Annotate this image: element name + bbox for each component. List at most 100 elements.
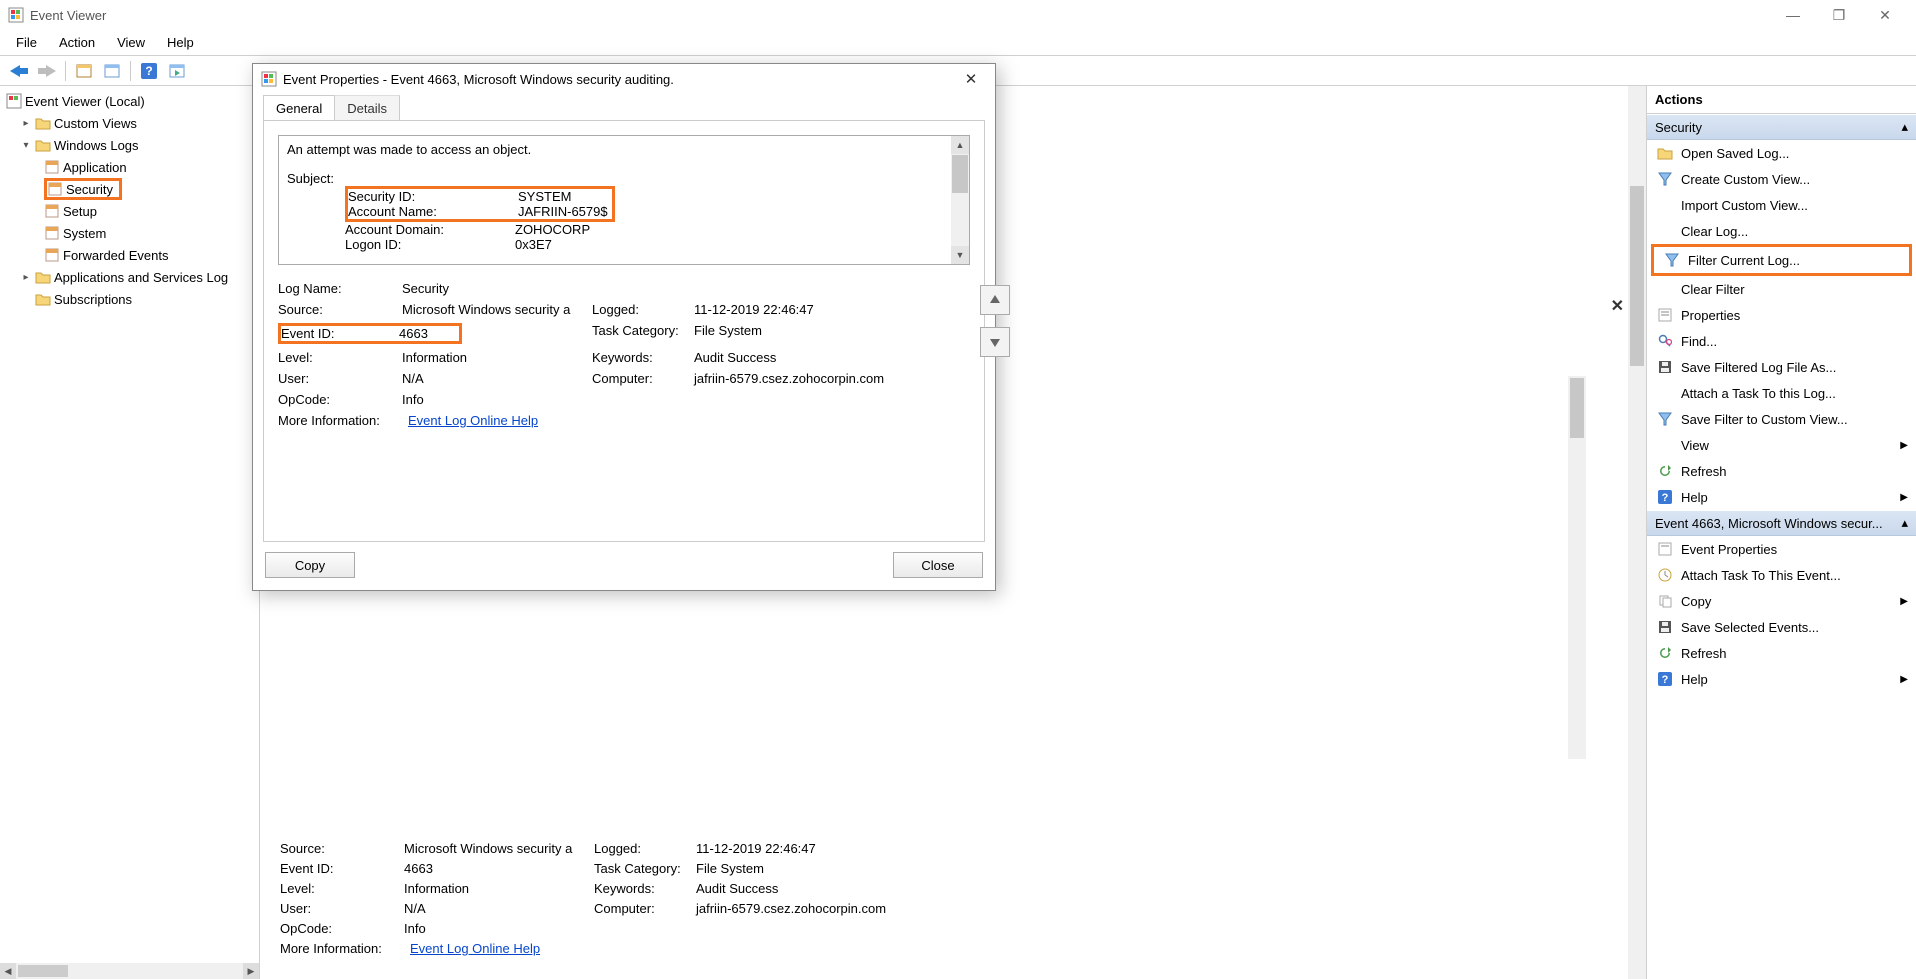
action-save-filter-view[interactable]: Save Filter to Custom View... [1647,406,1916,432]
tree-subscriptions[interactable]: ▸ Subscriptions [0,288,259,310]
expand-icon[interactable]: ▸ [20,272,32,283]
folder-open-icon [1657,145,1673,161]
action-attach-task-event[interactable]: Attach Task To This Event... [1647,562,1916,588]
event-description-box: An attempt was made to access an object.… [278,135,970,265]
forward-button[interactable] [34,59,60,83]
action-label: Save Filter to Custom View... [1681,412,1848,427]
dialog-titlebar[interactable]: Event Properties - Event 4663, Microsoft… [253,64,995,94]
titlebar: Event Viewer — ❐ ✕ [0,0,1916,30]
action-refresh[interactable]: Refresh [1647,458,1916,484]
keywords-value: Audit Success [696,881,1566,896]
action-event-properties[interactable]: Event Properties [1647,536,1916,562]
expand-icon[interactable]: ▸ [20,118,32,129]
tree-hscrollbar[interactable]: ◀ ▶ [0,963,259,979]
scroll-thumb[interactable] [952,155,968,193]
action-clear-filter[interactable]: Clear Filter [1647,276,1916,302]
action-attach-task-log[interactable]: Attach a Task To this Log... [1647,380,1916,406]
moreinfo-link[interactable]: Event Log Online Help [410,941,540,956]
scroll-up-icon[interactable]: ▲ [951,136,969,154]
action-help-2[interactable]: ?Help▶ [1647,666,1916,692]
action-create-custom-view[interactable]: Create Custom View... [1647,166,1916,192]
toolbar-preview-icon[interactable] [164,59,190,83]
tree-root[interactable]: Event Viewer (Local) [0,90,259,112]
tree-setup[interactable]: Setup [0,200,259,222]
copy-button[interactable]: Copy [265,552,355,578]
minimize-button[interactable]: — [1770,0,1816,30]
submenu-arrow-icon: ▶ [1900,440,1908,451]
desc-vscrollbar[interactable]: ▲ ▼ [951,136,969,264]
tab-general[interactable]: General [263,95,335,121]
tree-system[interactable]: System [0,222,259,244]
keywords-label: Keywords: [594,881,696,896]
funnel-save-icon [1657,411,1673,427]
actions-section-event[interactable]: Event 4663, Microsoft Windows secur...▴ [1647,510,1916,536]
close-window-button[interactable]: ✕ [1862,0,1908,30]
menu-help[interactable]: Help [157,32,204,53]
actions-section-security[interactable]: Security▴ [1647,114,1916,140]
level-value: Information [402,350,592,365]
account-name-label: Account Name: [348,204,518,219]
next-event-button[interactable] [980,327,1010,357]
scroll-left-icon[interactable]: ◀ [0,963,16,979]
action-filter-current-log[interactable]: Filter Current Log... [1651,244,1912,276]
taskcat-value: File System [696,861,1566,876]
tab-details[interactable]: Details [334,95,400,121]
action-properties[interactable]: Properties [1647,302,1916,328]
tree-security[interactable]: Security [44,178,122,200]
preview-close-button[interactable]: ✕ [1611,296,1624,316]
action-label: View [1681,438,1709,453]
action-save-filtered[interactable]: Save Filtered Log File As... [1647,354,1916,380]
action-import-custom-view[interactable]: Import Custom View... [1647,192,1916,218]
maximize-button[interactable]: ❐ [1816,0,1862,30]
menu-view[interactable]: View [107,32,155,53]
level-label: Level: [280,881,404,896]
tree-application[interactable]: Application [0,156,259,178]
submenu-arrow-icon: ▶ [1900,596,1908,607]
prev-event-button[interactable] [980,285,1010,315]
toolbar-help-icon[interactable]: ? [136,59,162,83]
inner-vscrollbar[interactable] [1568,376,1586,759]
action-copy[interactable]: Copy▶ [1647,588,1916,614]
action-find[interactable]: Find... [1647,328,1916,354]
logged-value: 11-12-2019 22:46:47 [694,302,970,317]
action-help[interactable]: ?Help▶ [1647,484,1916,510]
action-label: Help [1681,672,1708,687]
tree-label: Application [63,160,127,175]
help-icon: ? [1657,489,1673,505]
close-button[interactable]: Close [893,552,983,578]
dialog-tabs: General Details [253,94,995,120]
center-vscrollbar[interactable] [1628,86,1646,979]
moreinfo-link[interactable]: Event Log Online Help [408,413,538,428]
scroll-thumb[interactable] [18,965,68,977]
tree-label: Subscriptions [54,292,132,307]
tree-custom-views[interactable]: ▸ Custom Views [0,112,259,134]
tree-forwarded[interactable]: Forwarded Events [0,244,259,266]
toolbar-properties-icon[interactable] [99,59,125,83]
event-property-grid: Log Name:Security Source:Microsoft Windo… [278,281,970,428]
scroll-down-icon[interactable]: ▼ [951,246,969,264]
back-button[interactable] [6,59,32,83]
logname-value: Security [402,281,592,296]
menu-file[interactable]: File [6,32,47,53]
scroll-right-icon[interactable]: ▶ [243,963,259,979]
action-view[interactable]: View ▶ [1647,432,1916,458]
action-open-saved-log[interactable]: Open Saved Log... [1647,140,1916,166]
action-clear-log[interactable]: Clear Log... [1647,218,1916,244]
computer-value: jafriin-6579.csez.zohocorpin.com [696,901,1566,916]
tree-apps-services[interactable]: ▸ Applications and Services Log [0,266,259,288]
scroll-thumb[interactable] [1630,186,1644,366]
scroll-thumb[interactable] [1570,378,1584,438]
dialog-close-button[interactable]: ✕ [955,65,987,93]
collapse-icon[interactable]: ▾ [20,140,32,151]
actions-pane: Actions Security▴ Open Saved Log... Crea… [1646,86,1916,979]
collapse-icon[interactable]: ▴ [1901,119,1908,135]
collapse-icon[interactable]: ▴ [1901,515,1908,531]
action-save-selected[interactable]: Save Selected Events... [1647,614,1916,640]
action-label: Refresh [1681,646,1727,661]
toolbar-show-hide-tree-icon[interactable] [71,59,97,83]
menu-action[interactable]: Action [49,32,105,53]
dialog-button-row: Copy Close [253,552,995,590]
action-label: Find... [1681,334,1717,349]
tree-windows-logs[interactable]: ▾ Windows Logs [0,134,259,156]
action-refresh-2[interactable]: Refresh [1647,640,1916,666]
